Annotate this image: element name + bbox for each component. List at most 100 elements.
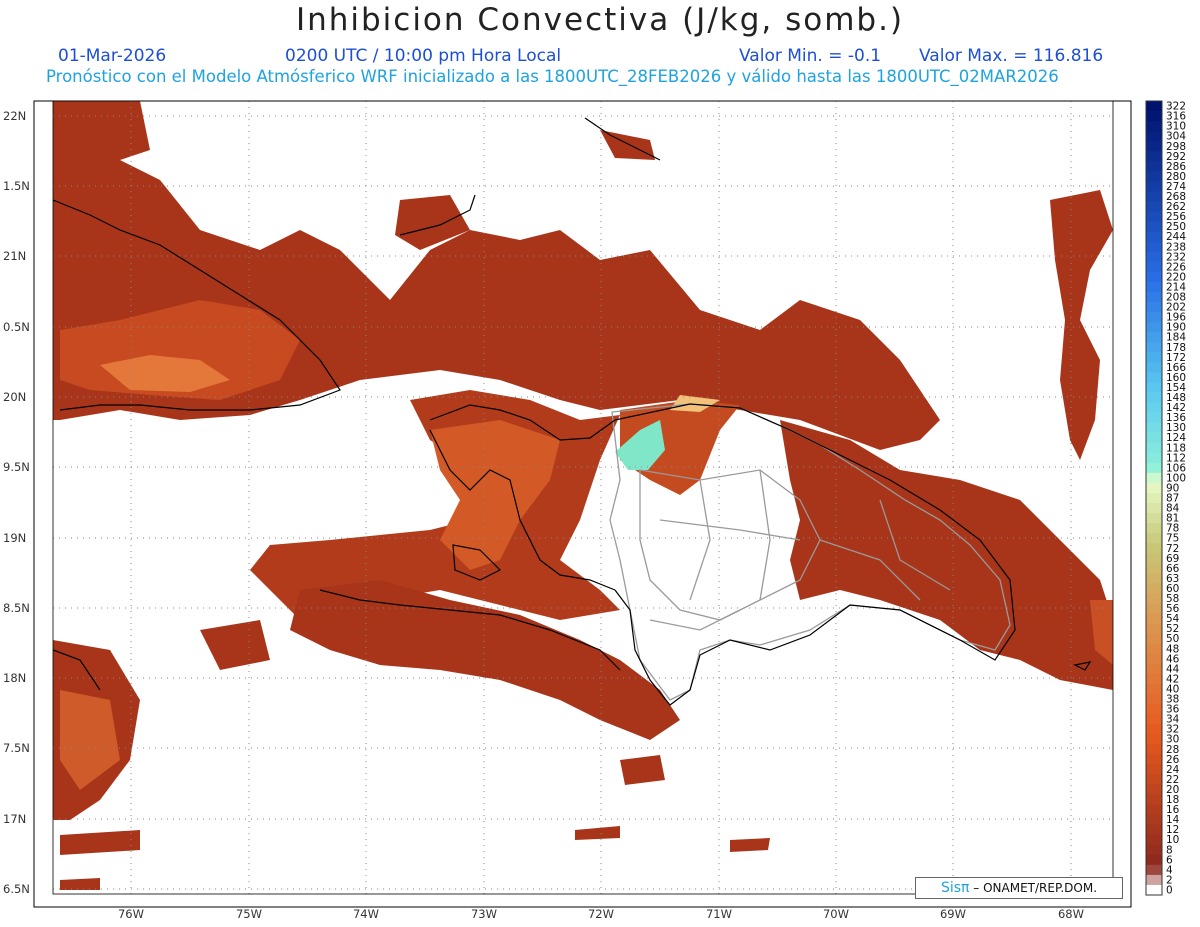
lat-label: 8.5N bbox=[3, 601, 30, 615]
lat-label: 22N bbox=[3, 109, 26, 123]
cin-cell-5 bbox=[730, 838, 770, 852]
colorbar-swatch bbox=[1146, 533, 1162, 544]
lat-label: 19N bbox=[3, 531, 26, 545]
colorbar-swatch bbox=[1146, 503, 1162, 514]
lat-label: 0.5N bbox=[3, 320, 30, 334]
colorbar-swatch bbox=[1146, 422, 1162, 434]
colorbar-swatch bbox=[1146, 603, 1162, 614]
colorbar-swatch bbox=[1146, 784, 1162, 795]
colorbar-swatch bbox=[1146, 824, 1162, 836]
colorbar-swatch bbox=[1146, 633, 1162, 645]
colorbar-swatch bbox=[1146, 714, 1162, 725]
colorbar-swatch bbox=[1146, 794, 1162, 805]
lon-label: 71W bbox=[706, 907, 732, 921]
colorbar-swatch bbox=[1146, 472, 1162, 484]
colorbar-swatch bbox=[1146, 362, 1162, 373]
colorbar-swatch bbox=[1146, 171, 1162, 182]
colorbar-swatch bbox=[1146, 332, 1162, 343]
colorbar-swatch bbox=[1146, 864, 1162, 876]
colorbar-swatch bbox=[1146, 231, 1162, 243]
colorbar-swatch bbox=[1146, 372, 1162, 383]
colorbar-swatch bbox=[1146, 241, 1162, 253]
lat-label: 1.5N bbox=[3, 179, 30, 193]
colorbar-swatch bbox=[1146, 482, 1162, 494]
colorbar-swatch bbox=[1146, 814, 1162, 826]
colorbar-swatch bbox=[1146, 201, 1162, 212]
colorbar-swatch bbox=[1146, 181, 1162, 192]
colorbar-swatch bbox=[1146, 101, 1162, 112]
colorbar-swatch bbox=[1146, 754, 1162, 765]
colorbar-swatch bbox=[1146, 804, 1162, 815]
lon-label: 76W bbox=[118, 907, 144, 921]
colorbar-swatch bbox=[1146, 382, 1162, 393]
colorbar-label: 0 bbox=[1166, 884, 1173, 896]
colorbar-swatch bbox=[1146, 452, 1162, 464]
colorbar-swatch bbox=[1146, 623, 1162, 635]
colorbar-swatch bbox=[1146, 312, 1162, 323]
lon-label: 68W bbox=[1058, 907, 1084, 921]
sis-brand: Sisπ bbox=[940, 880, 970, 896]
colorbar-swatch bbox=[1146, 261, 1162, 273]
cin-region-sw-bottom bbox=[60, 878, 100, 890]
colorbar-swatch bbox=[1146, 774, 1162, 785]
colorbar: 3223163103042982922862802742682622562502… bbox=[1145, 100, 1186, 896]
colorbar-swatch bbox=[1146, 442, 1162, 454]
colorbar-swatch bbox=[1146, 643, 1162, 655]
colorbar-swatch bbox=[1146, 141, 1162, 152]
colorbar-swatch bbox=[1146, 392, 1162, 403]
colorbar-swatch bbox=[1146, 161, 1162, 172]
colorbar-swatch bbox=[1146, 724, 1162, 735]
colorbar-swatch bbox=[1146, 553, 1162, 564]
lon-label: 70W bbox=[823, 907, 849, 921]
colorbar-swatch bbox=[1146, 734, 1162, 745]
lon-label: 69W bbox=[940, 907, 966, 921]
colorbar-swatch bbox=[1146, 683, 1162, 695]
colorbar-swatch bbox=[1146, 432, 1162, 444]
colorbar-swatch bbox=[1146, 884, 1162, 896]
lon-label: 72W bbox=[588, 907, 614, 921]
colorbar-swatch bbox=[1146, 854, 1162, 866]
colorbar-swatch bbox=[1146, 281, 1162, 293]
cin-cell-1 bbox=[620, 755, 665, 785]
colorbar-swatch bbox=[1146, 121, 1162, 132]
lat-label: 21N bbox=[3, 249, 26, 263]
colorbar-swatch bbox=[1146, 874, 1162, 886]
colorbar-swatch bbox=[1146, 271, 1162, 283]
lat-label: 9.5N bbox=[3, 460, 30, 474]
colorbar-swatch bbox=[1146, 744, 1162, 755]
lon-labels: 76W 75W 74W 73W 72W 71W 70W 69W 68W bbox=[118, 907, 1084, 921]
lat-label: 17N bbox=[3, 812, 26, 826]
map-canvas: 22N 1.5N 21N 0.5N 20N 9.5N 19N 8.5N 18N … bbox=[3, 100, 1186, 921]
colorbar-swatch bbox=[1146, 151, 1162, 162]
colorbar-swatch bbox=[1146, 704, 1162, 715]
colorbar-swatch bbox=[1146, 613, 1162, 625]
colorbar-swatch bbox=[1146, 462, 1162, 474]
colorbar-swatch bbox=[1146, 412, 1162, 424]
colorbar-swatch bbox=[1146, 342, 1162, 353]
colorbar-swatch bbox=[1146, 523, 1162, 534]
colorbar-swatch bbox=[1146, 221, 1162, 233]
colorbar-swatch bbox=[1146, 764, 1162, 775]
lat-label: 7.5N bbox=[3, 741, 30, 755]
colorbar-swatch bbox=[1146, 583, 1162, 594]
colorbar-swatch bbox=[1146, 834, 1162, 846]
colorbar-swatch bbox=[1146, 191, 1162, 202]
colorbar-swatch bbox=[1146, 563, 1162, 574]
colorbar-swatch bbox=[1146, 693, 1162, 705]
lat-labels: 22N 1.5N 21N 0.5N 20N 9.5N 19N 8.5N 18N … bbox=[3, 109, 30, 896]
lon-label: 75W bbox=[236, 907, 262, 921]
credit-box: Sisπ – ONAMET/REP.DOM. bbox=[915, 877, 1123, 899]
colorbar-swatch bbox=[1146, 844, 1162, 856]
lon-label: 74W bbox=[353, 907, 379, 921]
lat-label: 18N bbox=[3, 671, 26, 685]
colorbar-swatch bbox=[1146, 251, 1162, 263]
lat-label: 20N bbox=[3, 390, 26, 404]
colorbar-swatch bbox=[1146, 402, 1162, 413]
colorbar-swatch bbox=[1146, 302, 1162, 313]
colorbar-swatch bbox=[1146, 543, 1162, 554]
credit-text: – ONAMET/REP.DOM. bbox=[969, 881, 1098, 895]
colorbar-swatch bbox=[1146, 352, 1162, 363]
colorbar-swatch bbox=[1146, 131, 1162, 142]
colorbar-swatch bbox=[1146, 673, 1162, 685]
colorbar-swatch bbox=[1146, 593, 1162, 604]
